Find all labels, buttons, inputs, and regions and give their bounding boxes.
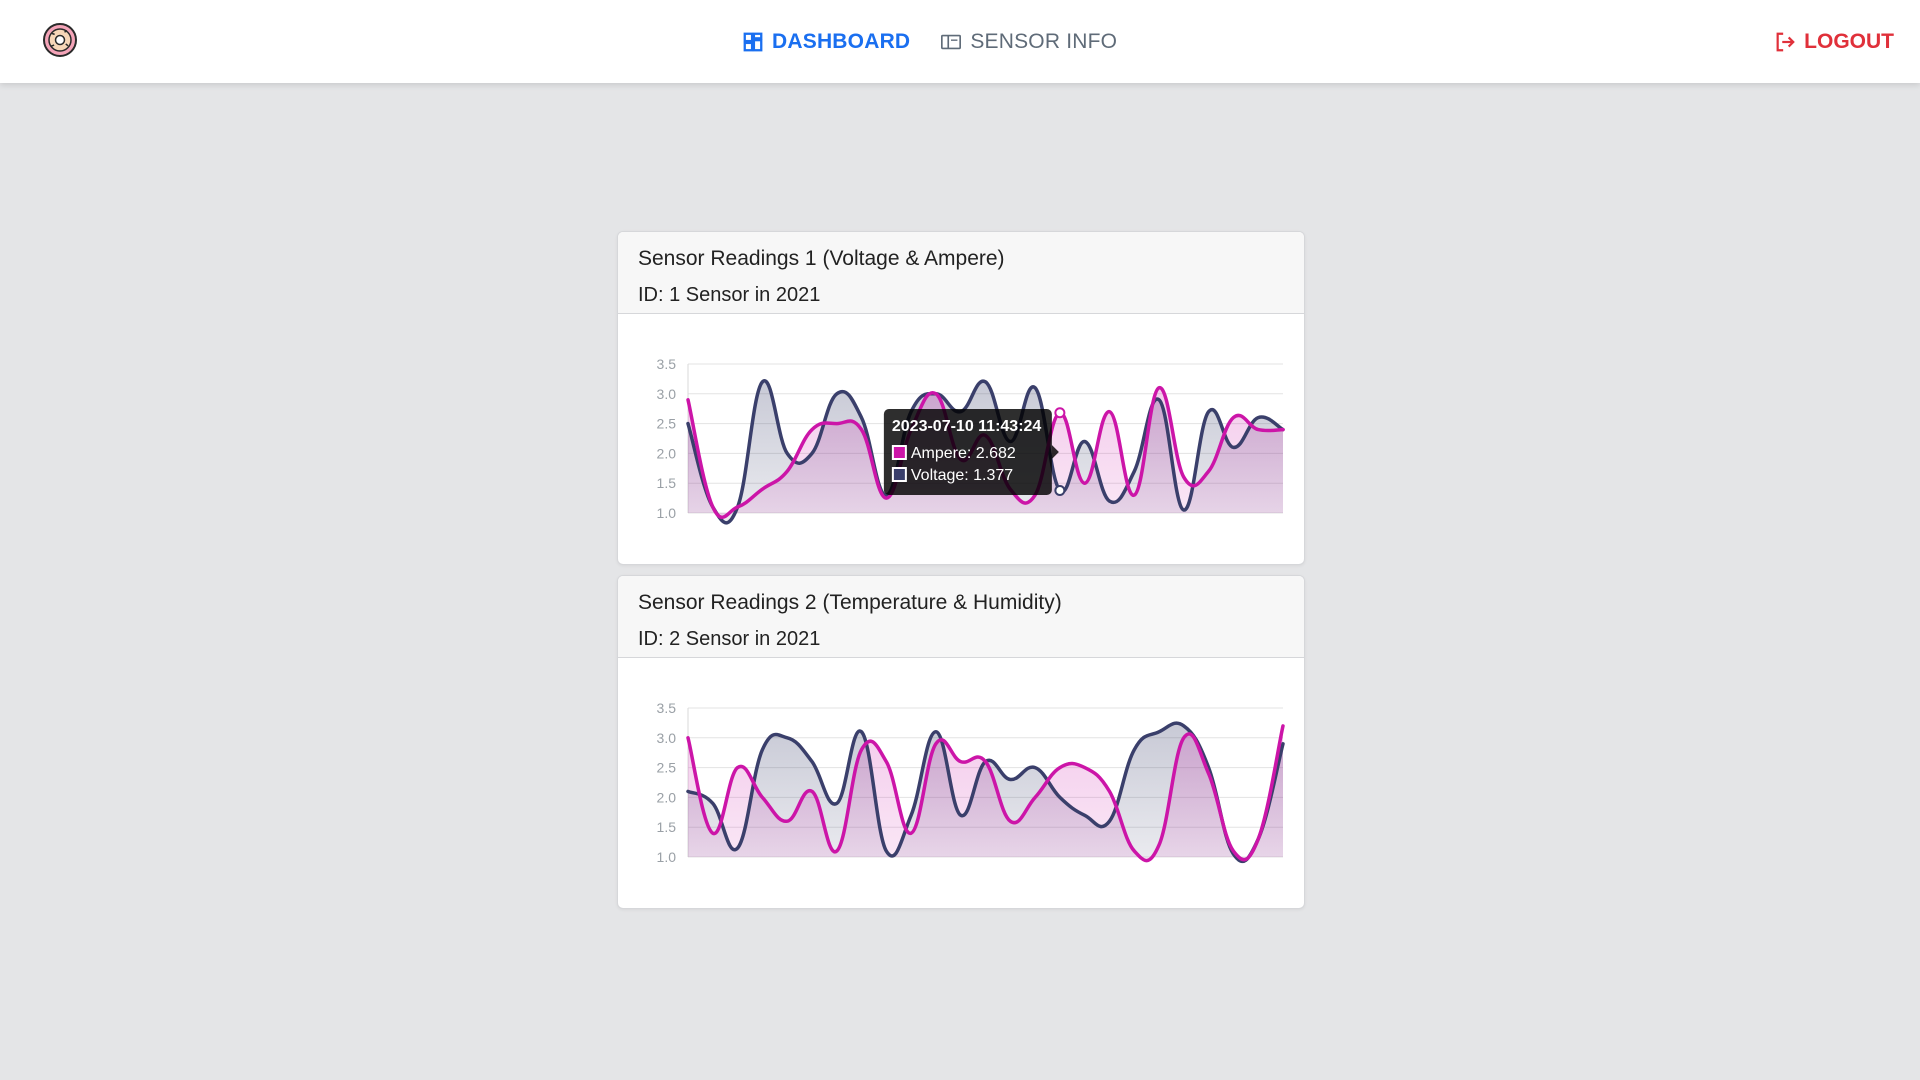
top-navbar: DASHBOARD SENSOR INFO LOGOUT xyxy=(0,0,1920,83)
card-subtitle: ID: 2 Sensor in 2021 xyxy=(638,628,821,650)
chart-container: 3.5 3.0 2.5 2.0 1.5 1.0 2023-07-10 11:43:24 Amp… xyxy=(618,314,1304,564)
nav-dashboard[interactable]: DASHBOARD xyxy=(742,30,910,54)
card-subtitle: ID: 1 Sensor in 2021 xyxy=(638,284,821,306)
y-tick-label: 2.0 xyxy=(657,445,677,461)
logout-button[interactable]: LOGOUT xyxy=(1774,0,1894,83)
y-tick-label: 3.0 xyxy=(657,386,677,402)
sensor-chart-2[interactable]: 3.5 3.0 2.5 2.0 1.5 1.0 xyxy=(618,658,1304,908)
y-tick-label: 1.0 xyxy=(657,849,677,865)
y-tick-label: 3.0 xyxy=(657,730,677,746)
sensor-info-icon xyxy=(941,34,962,49)
card-header: Sensor Readings 2 (Temperature & Humidit… xyxy=(618,576,1304,658)
tooltip-title: 2023-07-10 11:43:24 xyxy=(892,418,1042,435)
card-header: Sensor Readings 1 (Voltage & Ampere) ID:… xyxy=(618,232,1304,314)
y-tick-label: 3.5 xyxy=(657,700,677,716)
hover-point[interactable] xyxy=(1054,407,1066,419)
logout-label: LOGOUT xyxy=(1804,29,1894,53)
tooltip-line: Voltage: 1.377 xyxy=(911,467,1013,484)
sensor-chart-1[interactable]: 3.5 3.0 2.5 2.0 1.5 1.0 2023-07-10 11:43:24 Amp… xyxy=(618,314,1304,564)
nav-sensor-info[interactable]: SENSOR INFO xyxy=(940,30,1117,54)
sensor-card-1: Sensor Readings 1 (Voltage & Ampere) ID:… xyxy=(617,231,1305,565)
logo-icon[interactable] xyxy=(42,22,78,58)
main-nav: DASHBOARD SENSOR INFO xyxy=(742,0,1117,83)
card-title: Sensor Readings 1 (Voltage & Ampere) xyxy=(638,247,1005,270)
tooltip-line: Ampere: 2.682 xyxy=(911,445,1016,462)
card-title: Sensor Readings 2 (Temperature & Humidit… xyxy=(638,591,1062,614)
chart-container: 3.5 3.0 2.5 2.0 1.5 1.0 xyxy=(618,658,1304,908)
y-tick-label: 2.5 xyxy=(657,760,677,776)
y-tick-label: 1.5 xyxy=(657,819,677,835)
tooltip-swatch xyxy=(891,445,907,460)
nav-dashboard-label: DASHBOARD xyxy=(772,29,911,53)
chart-tooltip: 2023-07-10 11:43:24 Ampere: 2.682 Voltage:… xyxy=(883,409,1059,495)
y-tick-label: 1.5 xyxy=(657,475,677,491)
tooltip-swatch xyxy=(891,467,907,482)
y-tick-label: 2.5 xyxy=(657,416,677,432)
logout-icon xyxy=(1776,32,1795,51)
nav-sensor-info-label: SENSOR INFO xyxy=(970,29,1118,53)
sensor-card-2: Sensor Readings 2 (Temperature & Humidit… xyxy=(617,575,1305,909)
hover-point[interactable] xyxy=(1054,485,1066,497)
y-tick-label: 1.0 xyxy=(657,505,677,521)
dashboard-icon xyxy=(743,32,763,51)
y-tick-label: 2.0 xyxy=(657,789,677,805)
y-tick-label: 3.5 xyxy=(657,356,677,372)
